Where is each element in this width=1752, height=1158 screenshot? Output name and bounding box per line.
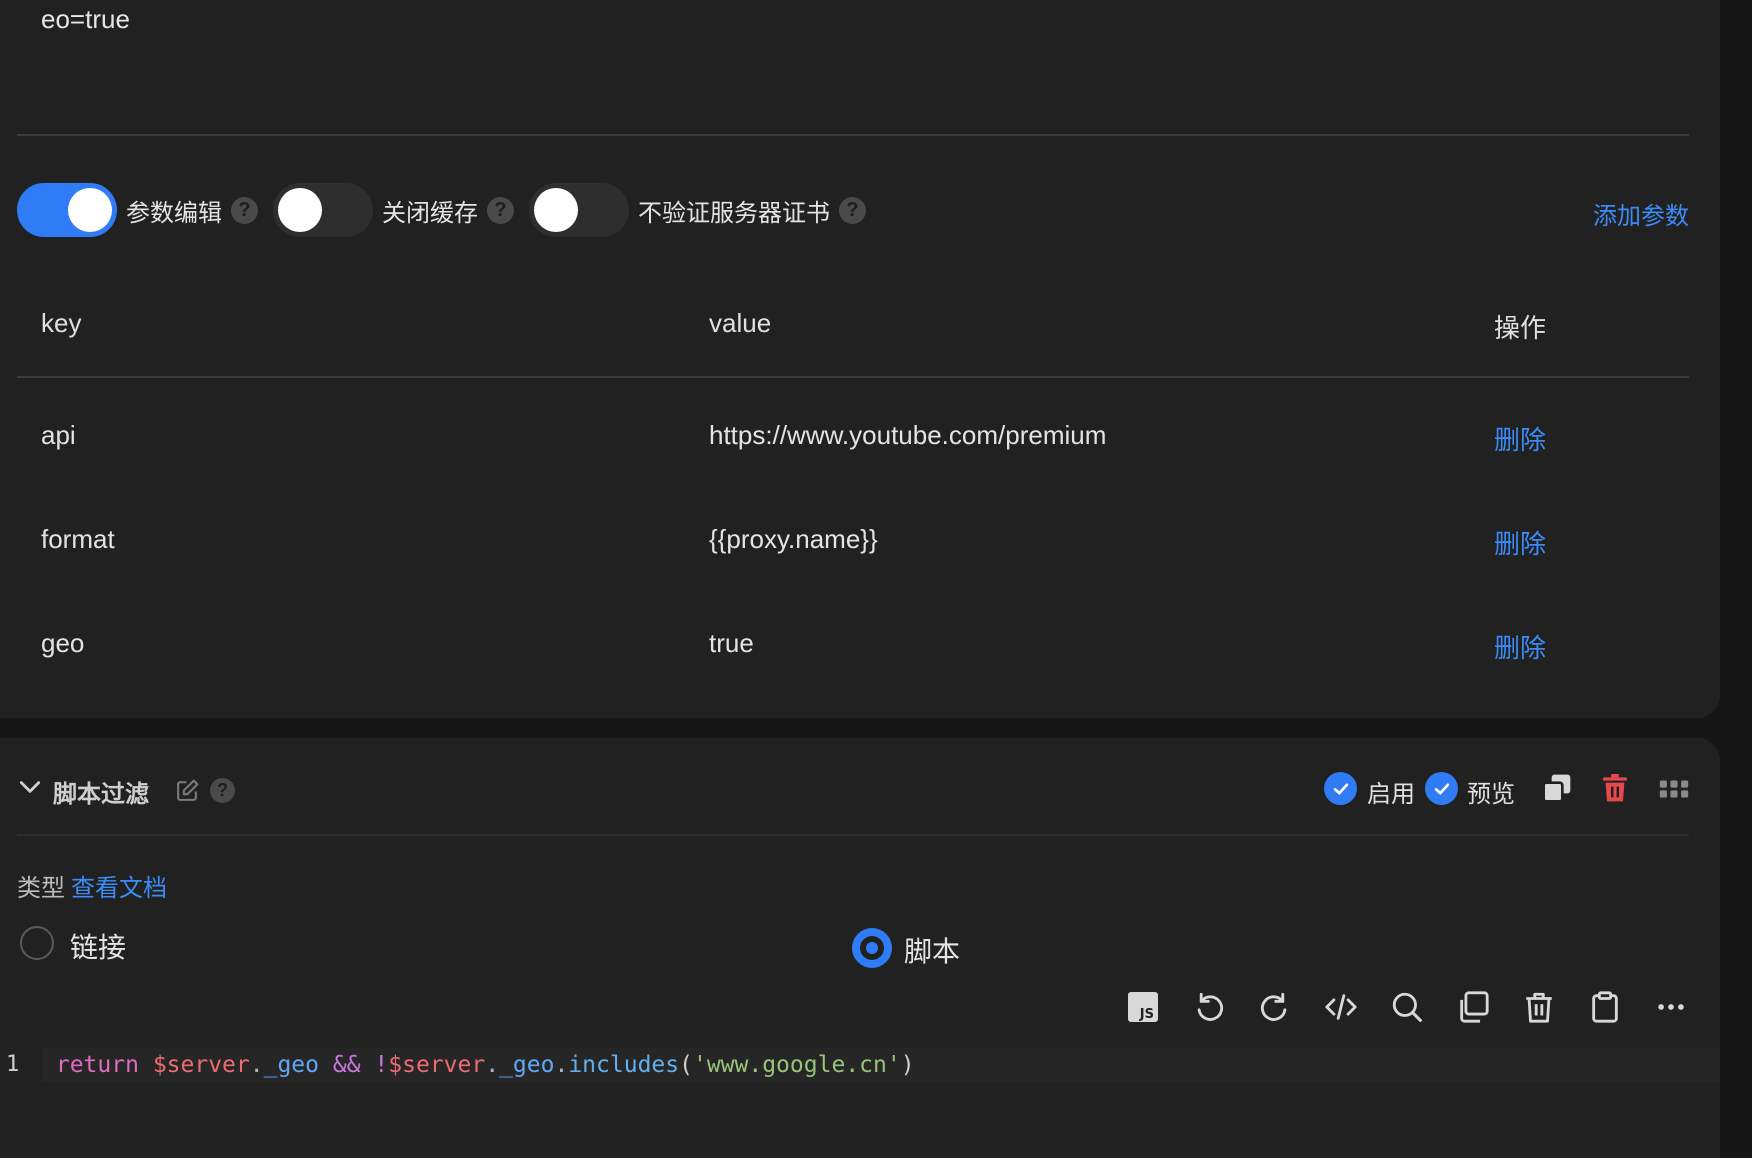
disable-cache-switch[interactable] [273,183,373,237]
param-edit-label: 参数编辑 [126,199,222,227]
trash-icon[interactable] [1522,990,1556,1024]
column-header-action: 操作 [1494,313,1547,343]
radio-script-label[interactable]: 脚本 [904,930,960,970]
column-header-key: key [41,308,82,338]
disable-cache-toggle-group: 关闭缓存 ? [273,182,514,238]
code-token: ( [679,1052,693,1078]
enable-checkbox[interactable] [1324,772,1357,805]
code-token: $server [388,1052,486,1078]
help-icon[interactable]: ? [231,196,258,224]
switch-knob [534,188,578,232]
enable-label: 启用 [1367,781,1415,808]
param-edit-switch[interactable] [17,183,117,237]
code-format-icon[interactable] [1324,990,1358,1024]
param-value: {{proxy.name}} [709,524,878,554]
radio-link[interactable] [20,926,54,960]
help-icon[interactable]: ? [487,196,514,224]
clipboard-icon[interactable] [1588,990,1622,1024]
options-row: 参数编辑 ? 关闭缓存 ? 不验证服务器证书 ? 添加参数 [17,182,1689,238]
param-edit-toggle-group: 参数编辑 ? [17,182,258,238]
disable-cache-label: 关闭缓存 [382,199,478,227]
table-header-divider [17,376,1689,378]
delete-button[interactable]: 删除 [1494,524,1546,561]
delete-button[interactable]: 删除 [1494,420,1546,457]
divider [17,834,1689,836]
param-key: api [41,420,76,450]
param-value: https://www.youtube.com/premium [709,420,1107,450]
undo-icon[interactable] [1192,990,1226,1024]
code-token: . [485,1052,500,1078]
drag-handle-icon[interactable] [1657,772,1691,806]
divider [17,134,1689,136]
view-docs-link[interactable]: 查看文档 [71,875,167,902]
param-value: true [709,628,754,658]
switch-knob [278,188,322,232]
type-row: 类型 查看文档 [17,868,167,903]
chevron-down-icon[interactable] [17,774,43,800]
section-title: 脚本过滤 [53,781,149,808]
help-icon[interactable]: ? [839,196,866,224]
add-param-button[interactable]: 添加参数 [1593,196,1689,231]
duplicate-icon[interactable] [1541,772,1573,804]
code-token: ) [900,1052,915,1078]
code-editor-line[interactable]: return $server._geo && !$server._geo.inc… [42,1048,1720,1082]
radio-link-label[interactable]: 链接 [70,926,126,966]
preview-checkbox[interactable] [1425,772,1458,805]
code-token: . [554,1052,569,1078]
line-number: 1 [6,1052,20,1077]
column-header-value: value [709,308,772,338]
code-token: _geo [263,1052,319,1078]
delete-icon[interactable] [1599,772,1631,804]
redo-icon[interactable] [1258,990,1292,1024]
radio-dot [866,942,878,954]
param-key: geo [41,628,85,658]
table-row: geo true 删除 [17,618,1689,678]
check-icon [1434,783,1449,794]
skip-cert-verify-switch[interactable] [529,183,629,237]
table-row: api https://www.youtube.com/premium 删除 [17,410,1689,470]
code-token: includes [568,1052,680,1078]
code-token: ! [374,1052,389,1078]
code-token: $server [152,1052,250,1078]
copy-icon[interactable] [1456,990,1490,1024]
url-text: eo=true [41,4,130,34]
delete-button[interactable]: 删除 [1494,628,1546,665]
params-panel: eo=true 参数编辑 ? 关闭缓存 ? 不验证服务器证书 ? 添加参数 ke… [0,0,1720,718]
code-token: . [249,1052,264,1078]
code-token: return [55,1052,139,1078]
code-token: 'www.google.cn' [692,1052,901,1078]
search-icon[interactable] [1390,990,1424,1024]
skip-cert-verify-label: 不验证服务器证书 [638,199,830,227]
radio-script[interactable] [852,928,892,968]
help-icon[interactable]: ? [210,778,235,803]
type-label: 类型 [17,875,65,902]
switch-knob [68,188,112,232]
param-key: format [41,524,115,554]
check-icon [1333,783,1348,794]
code-token: && [332,1052,361,1078]
preview-label: 预览 [1467,781,1515,808]
svg-text:JS: JS [1139,1007,1154,1022]
radio-ring [860,936,884,960]
js-file-icon[interactable]: JS [1126,990,1160,1024]
more-icon[interactable] [1654,990,1688,1024]
code-token: _geo [499,1052,555,1078]
table-row: format {{proxy.name}} 删除 [17,514,1689,574]
edit-icon[interactable] [175,778,200,803]
script-filter-header: 脚本过滤 ? 启用 预览 [17,762,1689,818]
skip-cert-verify-toggle-group: 不验证服务器证书 ? [529,182,866,238]
